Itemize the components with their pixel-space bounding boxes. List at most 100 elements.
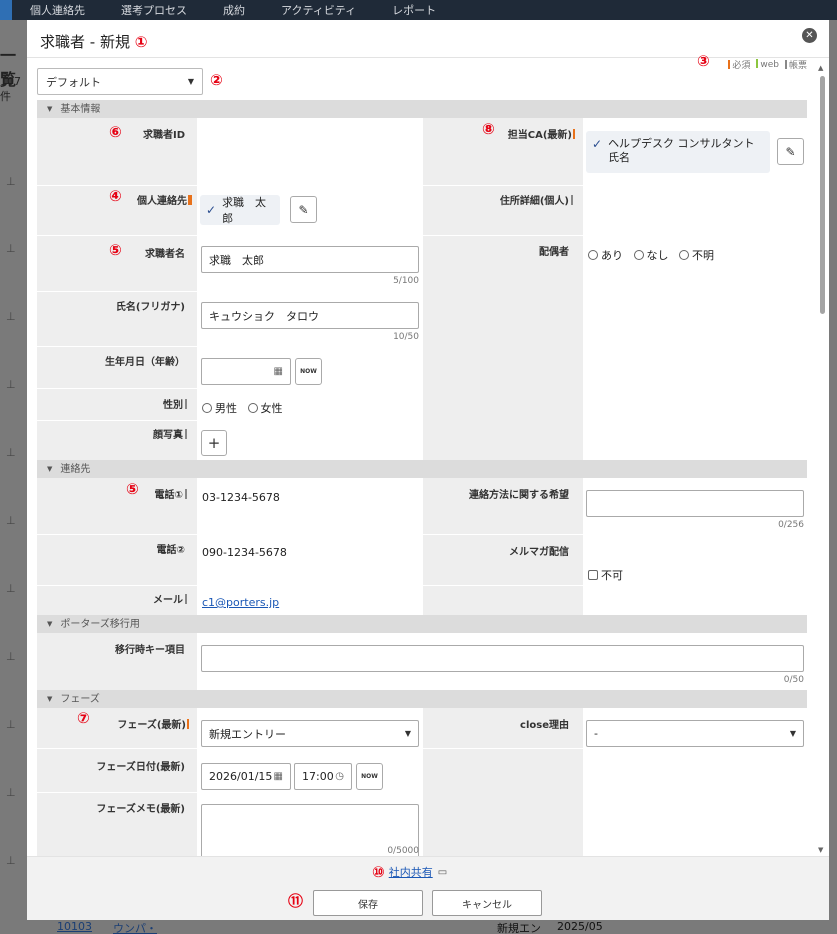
edit-contact-button[interactable]: ✎ — [290, 196, 317, 223]
birthdate-label: 生年月日（年齢） — [105, 357, 185, 368]
address-label: 住所詳細(個人) — [423, 192, 573, 207]
phase-memo-counter: 0/5000 — [387, 846, 419, 856]
record-count: 107件 — [0, 75, 21, 103]
monitor-icon: ▭ — [437, 866, 448, 878]
close-reason-select[interactable]: - ▼ — [586, 720, 804, 747]
nav-item[interactable]: 成約 — [205, 2, 263, 18]
contact-pref-input[interactable] — [586, 490, 804, 517]
annotation-marker: ⑩ — [372, 863, 385, 881]
modal-scrollbar[interactable]: ▲ ▼ — [818, 64, 826, 854]
nav-item[interactable]: レポート — [374, 2, 454, 18]
person-contact-chip[interactable]: ✓ 求職 太郎 — [200, 195, 280, 225]
pencil-icon: ✎ — [298, 202, 309, 217]
gender-male-radio[interactable]: 男性 — [202, 400, 237, 416]
ca-chip[interactable]: ✓ ヘルプデスク コンサルタント氏名 — [586, 131, 770, 173]
phone2-label: 電話② — [156, 545, 185, 556]
kana-input[interactable]: キュウショク タロウ — [201, 302, 419, 329]
kana-label: 氏名(フリガナ) — [115, 302, 185, 313]
contact-pref-counter: 0/256 — [778, 520, 804, 530]
magazine-label: メルマガ配信 — [509, 547, 569, 558]
nav-item[interactable]: 個人連絡先 — [12, 2, 103, 18]
row-id[interactable]: 10103 — [57, 920, 92, 933]
label-column — [423, 118, 583, 460]
pin-icon: ⊥ — [6, 582, 16, 595]
phase-label: フェーズ(最新) — [37, 716, 189, 731]
annotation-marker: ③ — [697, 52, 710, 70]
spouse-yes-radio[interactable]: あり — [588, 247, 623, 263]
phone1-value: 03-1234-5678 — [202, 491, 280, 504]
gender-label: 性別 — [37, 396, 187, 411]
annotation-marker: ② — [210, 71, 223, 89]
scrollbar-thumb[interactable] — [820, 76, 825, 314]
row-phase: 新規エン — [497, 922, 541, 934]
name-counter: 5/100 — [393, 276, 419, 286]
mail-link[interactable]: c1@porters.jp — [202, 596, 279, 609]
job-seeker-id-label: 求職者ID — [142, 130, 185, 141]
phase-date-input[interactable]: 2026/01/15 ▦ — [201, 763, 291, 790]
section-phase[interactable]: ▼ フェーズ — [37, 690, 807, 708]
annotation-marker: ⑪ — [288, 892, 304, 910]
gender-female-radio[interactable]: 女性 — [247, 400, 283, 416]
annotation-marker: ① — [134, 33, 148, 51]
name-input[interactable]: 求職 太郎 — [201, 246, 419, 273]
pin-icon: ⊥ — [6, 378, 16, 391]
modal-title: 求職者 - 新規 ① — [40, 33, 148, 51]
share-link[interactable]: 社内共有 — [389, 864, 433, 880]
legend-web: web — [756, 59, 779, 70]
nav-item[interactable]: 選考プロセス — [103, 2, 205, 18]
close-button[interactable]: ✕ — [802, 28, 817, 43]
form-body[interactable]: ▼ 基本情報 ⑥ 求職者ID ④ 個人連絡先 ✓ 求職 太郎 ✎ ⑤ 求職者名 求職… — [37, 100, 807, 856]
birthdate-input[interactable]: ▦ — [201, 358, 291, 385]
chevron-down-icon: ▼ — [789, 729, 796, 738]
collapse-icon: ▼ — [47, 620, 53, 628]
check-icon: ✓ — [206, 203, 217, 217]
birthdate-now-button[interactable]: NOW — [295, 358, 322, 385]
collapse-icon: ▼ — [47, 465, 53, 473]
spouse-unknown-radio[interactable]: 不明 — [679, 247, 714, 263]
legend-form: 帳票 — [784, 58, 807, 71]
section-basic[interactable]: ▼ 基本情報 — [37, 100, 807, 118]
cancel-button[interactable]: キャンセル — [432, 890, 542, 916]
section-porters[interactable]: ▼ ポーターズ移行用 — [37, 615, 807, 633]
row-name[interactable]: ウンパ・ — [113, 920, 157, 934]
calendar-icon: ▦ — [273, 366, 283, 377]
clock-icon: ◷ — [335, 771, 344, 782]
scroll-down-icon[interactable]: ▼ — [818, 846, 823, 854]
check-icon: ✓ — [592, 137, 603, 151]
magazine-checkbox[interactable]: 不可 — [588, 567, 623, 583]
migration-key-input[interactable] — [201, 645, 804, 672]
add-photo-button[interactable]: + — [201, 430, 227, 456]
pin-icon: ⊥ — [6, 854, 16, 867]
template-select-value: デフォルト — [46, 75, 101, 89]
background-edge — [829, 20, 837, 934]
person-contact-label: 個人連絡先 — [37, 192, 192, 207]
gender-radio-group[interactable]: 男性 女性 — [202, 400, 290, 416]
contact-pref-label: 連絡方法に関する希望 — [469, 490, 569, 501]
mail-label: メール — [37, 591, 187, 606]
scroll-up-icon[interactable]: ▲ — [818, 64, 823, 72]
section-contact[interactable]: ▼ 連絡先 — [37, 460, 807, 478]
spouse-label: 配偶者 — [539, 247, 569, 258]
pin-icon: ⊥ — [6, 310, 16, 323]
phone1-label: 電話① — [37, 486, 187, 501]
spouse-no-radio[interactable]: なし — [633, 247, 669, 263]
phone2-value: 090-1234-5678 — [202, 546, 287, 559]
collapse-icon: ▼ — [47, 695, 53, 703]
modal-footer: ⑩ 社内共有 ▭ ⑪ 保存 キャンセル — [27, 856, 829, 920]
pin-icon: ⊥ — [6, 175, 16, 188]
legend-required: 必須 — [728, 58, 750, 71]
share-control[interactable]: ⑩ 社内共有 ▭ — [372, 863, 447, 881]
pin-icon: ⊥ — [6, 650, 16, 663]
pin-icon: ⊥ — [6, 446, 16, 459]
name-label: 求職者名 — [145, 249, 185, 260]
spouse-radio-group[interactable]: あり なし 不明 — [588, 247, 721, 263]
phase-date-now-button[interactable]: NOW — [356, 763, 383, 790]
nav-item[interactable]: アクティビティ — [263, 2, 374, 18]
phase-select[interactable]: 新規エントリー ▼ — [201, 720, 419, 747]
edit-ca-button[interactable]: ✎ — [777, 138, 804, 165]
save-button[interactable]: 保存 — [313, 890, 423, 916]
template-select[interactable]: デフォルト ▼ — [37, 68, 203, 95]
chevron-down-icon: ▼ — [404, 729, 411, 738]
nav-active-marker — [0, 0, 12, 20]
phase-time-input[interactable]: 17:00 ◷ — [294, 763, 352, 790]
